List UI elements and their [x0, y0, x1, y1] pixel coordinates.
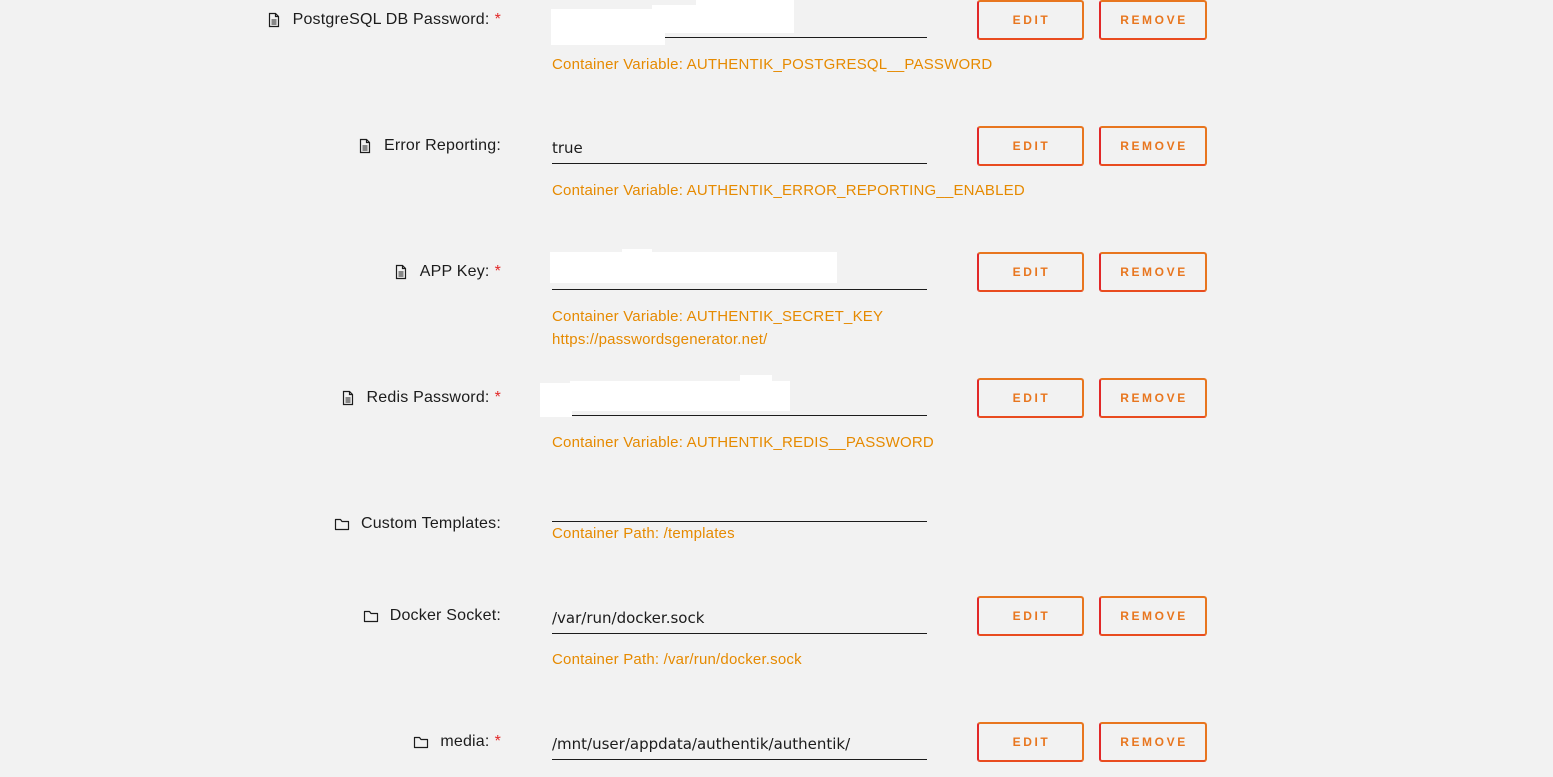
setting-label-text: Error Reporting:	[383, 137, 501, 154]
folder-icon	[413, 734, 429, 750]
setting-label-text: APP Key:	[419, 263, 490, 280]
container-path-description: Container Path: /templates	[552, 525, 735, 542]
edit-button[interactable]: EDIT	[977, 596, 1084, 636]
file-icon	[393, 264, 409, 280]
setting-label: Redis Password: *	[340, 386, 501, 410]
edit-button[interactable]: EDIT	[977, 0, 1084, 40]
container-variable-description: Container Variable: AUTHENTIK_REDIS__PAS…	[552, 434, 934, 451]
file-icon	[266, 12, 282, 28]
remove-button[interactable]: REMOVE	[1099, 252, 1207, 292]
media-field[interactable]	[552, 722, 927, 760]
redacted-value	[540, 383, 572, 417]
container-variable-description: Container Variable: AUTHENTIK_ERROR_REPO…	[552, 182, 1025, 199]
app-key-field[interactable]	[550, 249, 927, 290]
postgres-password-field[interactable]	[551, 0, 927, 45]
docker-socket-input[interactable]	[552, 609, 927, 627]
setting-row-custom-templates: Custom Templates: Container Path: /templ…	[0, 497, 1553, 564]
error-reporting-input[interactable]	[552, 139, 927, 157]
folder-icon	[363, 608, 379, 624]
setting-label-text: Redis Password:	[366, 389, 490, 406]
required-marker: *	[494, 733, 501, 750]
template-settings-form: PostgreSQL DB Password: * EDIT REMOVE Co…	[0, 0, 1553, 777]
media-input[interactable]	[552, 735, 927, 753]
setting-label: Docker Socket:	[363, 604, 501, 628]
remove-button[interactable]: REMOVE	[1099, 378, 1207, 418]
container-variable-description: Container Variable: AUTHENTIK_POSTGRESQL…	[552, 56, 993, 73]
setting-row-error-reporting: Error Reporting: EDIT REMOVE Container V…	[0, 126, 1553, 199]
setting-label-text: Docker Socket:	[389, 607, 501, 624]
redacted-value	[551, 9, 665, 45]
setting-row-docker-socket: Docker Socket: EDIT REMOVE Container Pat…	[0, 596, 1553, 668]
redacted-value	[570, 381, 790, 411]
edit-button[interactable]: EDIT	[977, 722, 1084, 762]
edit-button[interactable]: EDIT	[977, 252, 1084, 292]
docker-socket-field[interactable]	[552, 596, 927, 634]
setting-label: APP Key: *	[393, 260, 501, 284]
remove-button[interactable]: REMOVE	[1099, 722, 1207, 762]
edit-button[interactable]: EDIT	[977, 126, 1084, 166]
setting-label: Error Reporting:	[357, 134, 501, 158]
edit-button[interactable]: EDIT	[977, 378, 1084, 418]
remove-button[interactable]: REMOVE	[1099, 596, 1207, 636]
redacted-value	[622, 249, 652, 255]
folder-icon	[334, 516, 350, 532]
redacted-value	[550, 252, 837, 283]
setting-row-app-key: APP Key: * EDIT REMOVE Container Variabl…	[0, 249, 1553, 348]
setting-row-media: media: * EDIT REMOVE	[0, 722, 1553, 777]
container-path-description: Container Path: /var/run/docker.sock	[552, 651, 802, 668]
required-marker: *	[494, 11, 501, 28]
redis-password-field[interactable]	[540, 375, 927, 417]
setting-label: PostgreSQL DB Password: *	[266, 8, 501, 32]
setting-label: media: *	[413, 730, 501, 754]
setting-row-postgres-password: PostgreSQL DB Password: * EDIT REMOVE Co…	[0, 0, 1553, 73]
required-marker: *	[494, 389, 501, 406]
setting-label-text: Custom Templates:	[360, 515, 501, 532]
setting-label-text: media:	[440, 733, 490, 750]
error-reporting-field[interactable]	[552, 126, 927, 164]
redacted-value	[740, 375, 772, 383]
required-marker: *	[494, 263, 501, 280]
remove-button[interactable]: REMOVE	[1099, 126, 1207, 166]
redacted-value	[696, 0, 794, 12]
container-variable-description: Container Variable: AUTHENTIK_SECRET_KEY	[552, 308, 884, 325]
setting-label: Custom Templates:	[334, 512, 501, 536]
file-icon	[357, 138, 373, 154]
file-icon	[340, 390, 356, 406]
custom-templates-input[interactable]	[552, 497, 927, 515]
setting-row-redis-password: Redis Password: * EDIT REMOVE Container …	[0, 375, 1553, 451]
help-link[interactable]: https://passwordsgenerator.net/	[552, 328, 768, 351]
custom-templates-field[interactable]	[552, 497, 927, 522]
remove-button[interactable]: REMOVE	[1099, 0, 1207, 40]
setting-label-text: PostgreSQL DB Password:	[292, 11, 490, 28]
